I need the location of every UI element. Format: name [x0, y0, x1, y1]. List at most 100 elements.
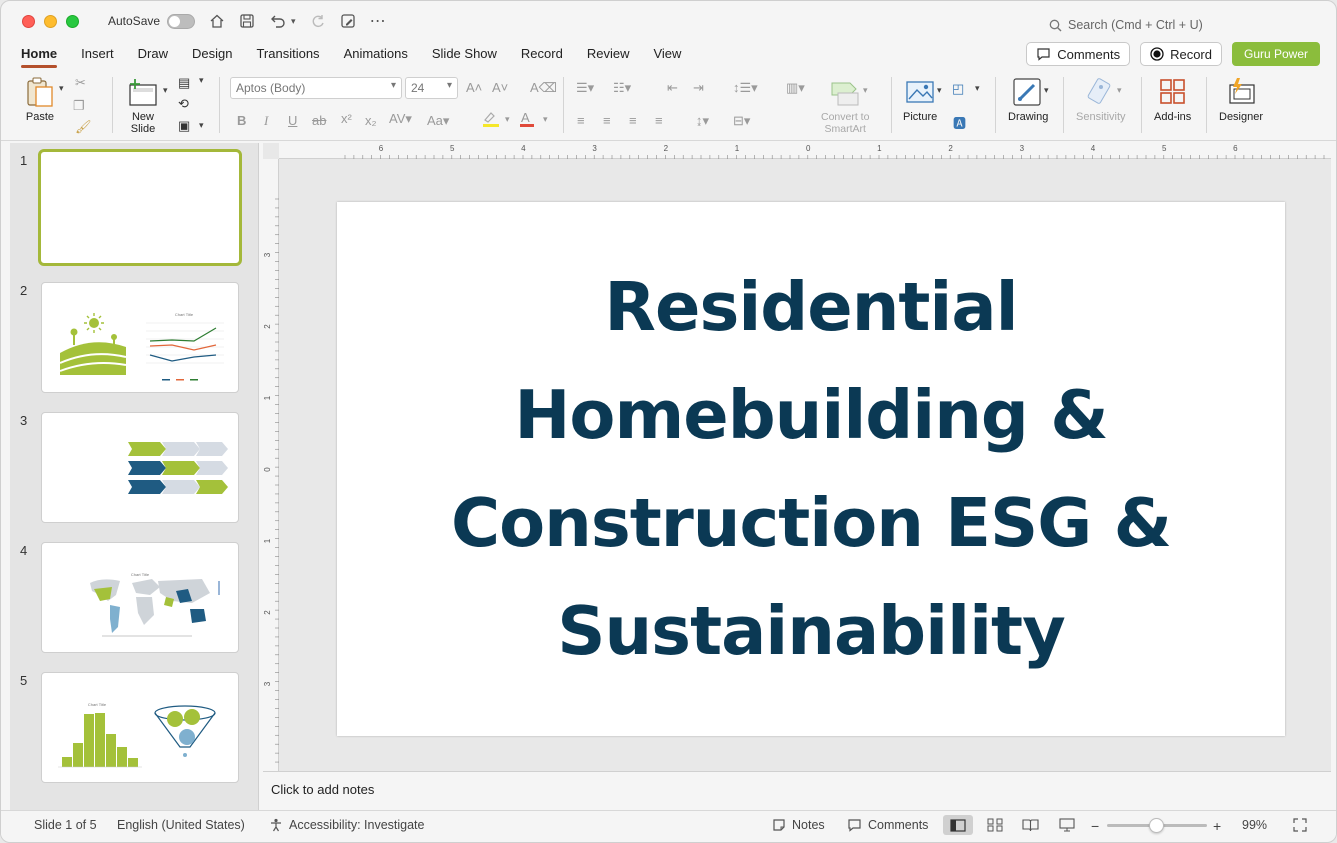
- tab-home[interactable]: Home: [9, 42, 69, 68]
- chevron-down-icon[interactable]: ▾: [291, 16, 296, 27]
- slide-thumbnail-3[interactable]: [41, 412, 239, 523]
- slide-sorter-button[interactable]: [987, 818, 1003, 832]
- minimize-window-button[interactable]: [44, 14, 57, 28]
- chevron-down-icon[interactable]: ▾: [863, 85, 868, 96]
- change-case-icon[interactable]: Aa▾: [427, 113, 449, 129]
- drawing-button[interactable]: Drawing: [1008, 73, 1048, 123]
- zoom-slider[interactable]: [1107, 818, 1207, 833]
- line-spacing-icon[interactable]: ↕☰▾: [733, 80, 758, 96]
- convert-smartart-button[interactable]: Convert to SmartArt: [821, 73, 869, 135]
- customize-icon[interactable]: [340, 13, 356, 29]
- chevron-down-icon[interactable]: ▾: [199, 75, 204, 86]
- align-center-icon[interactable]: ≡: [603, 113, 611, 128]
- search-field[interactable]: Search (Cmd + Ctrl + U): [1049, 18, 1203, 32]
- clear-formatting-icon[interactable]: A⌫: [530, 80, 557, 96]
- current-slide[interactable]: Residential Homebuilding & Construction …: [337, 202, 1285, 736]
- copy-icon[interactable]: ❐: [73, 98, 85, 114]
- superscript-icon[interactable]: x²: [341, 111, 352, 126]
- numbering-icon[interactable]: ☷▾: [613, 80, 631, 96]
- notes-toggle-button[interactable]: Notes: [772, 818, 825, 832]
- zoom-window-button[interactable]: [66, 14, 79, 28]
- chevron-down-icon[interactable]: ▾: [163, 85, 168, 96]
- font-name-dropdown[interactable]: Aptos (Body) ▾: [230, 77, 402, 99]
- chevron-down-icon[interactable]: ▾: [975, 83, 980, 94]
- bullets-icon[interactable]: ☰▾: [576, 80, 594, 96]
- record-button[interactable]: Record: [1140, 42, 1222, 66]
- layout-icon[interactable]: ▤: [178, 75, 190, 91]
- tab-draw[interactable]: Draw: [126, 42, 180, 68]
- tab-insert[interactable]: Insert: [69, 42, 126, 68]
- strikethrough-icon[interactable]: ab: [312, 113, 326, 128]
- chevron-down-icon[interactable]: ▾: [1044, 85, 1049, 96]
- zoom-in-button[interactable]: +: [1213, 818, 1221, 834]
- normal-view-button[interactable]: [943, 815, 973, 835]
- tab-transitions[interactable]: Transitions: [244, 42, 331, 68]
- chevron-down-icon[interactable]: ▾: [937, 85, 942, 96]
- increase-font-icon[interactable]: A˄: [466, 80, 482, 95]
- slide-title[interactable]: Residential Homebuilding & Construction …: [431, 253, 1191, 685]
- tab-view[interactable]: View: [641, 42, 693, 68]
- slide-thumbnail-5[interactable]: Chart Title: [41, 672, 239, 783]
- tab-record[interactable]: Record: [509, 42, 575, 68]
- comments-toggle-button[interactable]: Comments: [847, 818, 928, 832]
- redo-icon[interactable]: [310, 13, 326, 29]
- columns-icon[interactable]: ▥▾: [786, 80, 805, 96]
- align-right-icon[interactable]: ≡: [629, 113, 637, 128]
- increase-indent-icon[interactable]: ⇥: [693, 80, 704, 96]
- guru-power-button[interactable]: Guru Power: [1232, 42, 1320, 66]
- sensitivity-button[interactable]: Sensitivity: [1076, 73, 1126, 123]
- accessibility-button[interactable]: Accessibility: Investigate: [269, 818, 424, 832]
- bold-icon[interactable]: B: [237, 113, 246, 128]
- tab-slide-show[interactable]: Slide Show: [420, 42, 509, 68]
- character-spacing-icon[interactable]: AV▾: [389, 111, 412, 127]
- close-window-button[interactable]: [22, 14, 35, 28]
- reading-view-button[interactable]: [1022, 818, 1039, 832]
- italic-icon[interactable]: I: [264, 113, 268, 129]
- zoom-level[interactable]: 99%: [1242, 818, 1267, 832]
- highlight-icon[interactable]: ▾: [481, 110, 515, 131]
- section-icon[interactable]: ▣: [178, 118, 190, 134]
- autosave-toggle[interactable]: [167, 13, 196, 29]
- picture-button[interactable]: Picture: [903, 73, 937, 123]
- notes-pane[interactable]: Click to add notes: [263, 771, 1331, 810]
- comments-button[interactable]: Comments: [1026, 42, 1131, 66]
- format-painter-icon[interactable]: 🖌: [75, 119, 92, 135]
- designer-button[interactable]: Designer: [1219, 73, 1263, 123]
- chevron-down-icon[interactable]: ▾: [59, 83, 64, 94]
- cut-icon[interactable]: ✂: [75, 75, 86, 91]
- font-color-icon[interactable]: A ▾: [519, 110, 553, 131]
- zoom-out-button[interactable]: −: [1091, 818, 1099, 834]
- text-direction-icon[interactable]: ↨▾: [696, 113, 709, 129]
- chevron-down-icon[interactable]: ▾: [1117, 85, 1122, 96]
- font-size-dropdown[interactable]: 24 ▾: [405, 77, 458, 99]
- slide-thumbnail-1[interactable]: [38, 149, 242, 266]
- decrease-font-icon[interactable]: A˅: [492, 80, 508, 95]
- slideshow-button[interactable]: [1059, 818, 1075, 832]
- addins-button[interactable]: Add-ins: [1154, 73, 1191, 123]
- text-box-icon[interactable]: 🅰: [953, 113, 966, 132]
- decrease-indent-icon[interactable]: ⇤: [667, 80, 678, 96]
- tab-design[interactable]: Design: [180, 42, 244, 68]
- horizontal-ruler[interactable]: 6 5 4 3 2 1 0 1 2 3 4 5 6: [279, 143, 1331, 159]
- justify-icon[interactable]: ≡: [655, 113, 663, 128]
- chevron-down-icon[interactable]: ▾: [199, 120, 204, 131]
- tab-animations[interactable]: Animations: [332, 42, 420, 68]
- align-text-icon[interactable]: ⊟▾: [733, 113, 750, 129]
- align-left-icon[interactable]: ≡: [577, 113, 585, 128]
- undo-icon[interactable]: [269, 13, 287, 29]
- language-indicator[interactable]: English (United States): [117, 818, 245, 832]
- tab-review[interactable]: Review: [575, 42, 642, 68]
- home-icon[interactable]: [209, 13, 225, 29]
- save-icon[interactable]: [239, 13, 255, 29]
- vertical-ruler[interactable]: 3 2 1 0 1 2 3: [263, 159, 279, 771]
- reset-icon[interactable]: ⟲: [178, 96, 189, 112]
- underline-icon[interactable]: U: [288, 113, 297, 128]
- subscript-icon[interactable]: x₂: [365, 113, 377, 128]
- more-icon[interactable]: ⋯: [370, 11, 387, 31]
- zoom-slider-thumb[interactable]: [1149, 818, 1164, 833]
- slide-thumbnail-2[interactable]: Chart Title: [41, 282, 239, 393]
- shapes-icon[interactable]: ◰: [952, 81, 964, 97]
- new-slide-button[interactable]: New Slide: [127, 73, 159, 135]
- slide-thumbnail-4[interactable]: Chart Title: [41, 542, 239, 653]
- fit-to-window-button[interactable]: [1293, 818, 1307, 832]
